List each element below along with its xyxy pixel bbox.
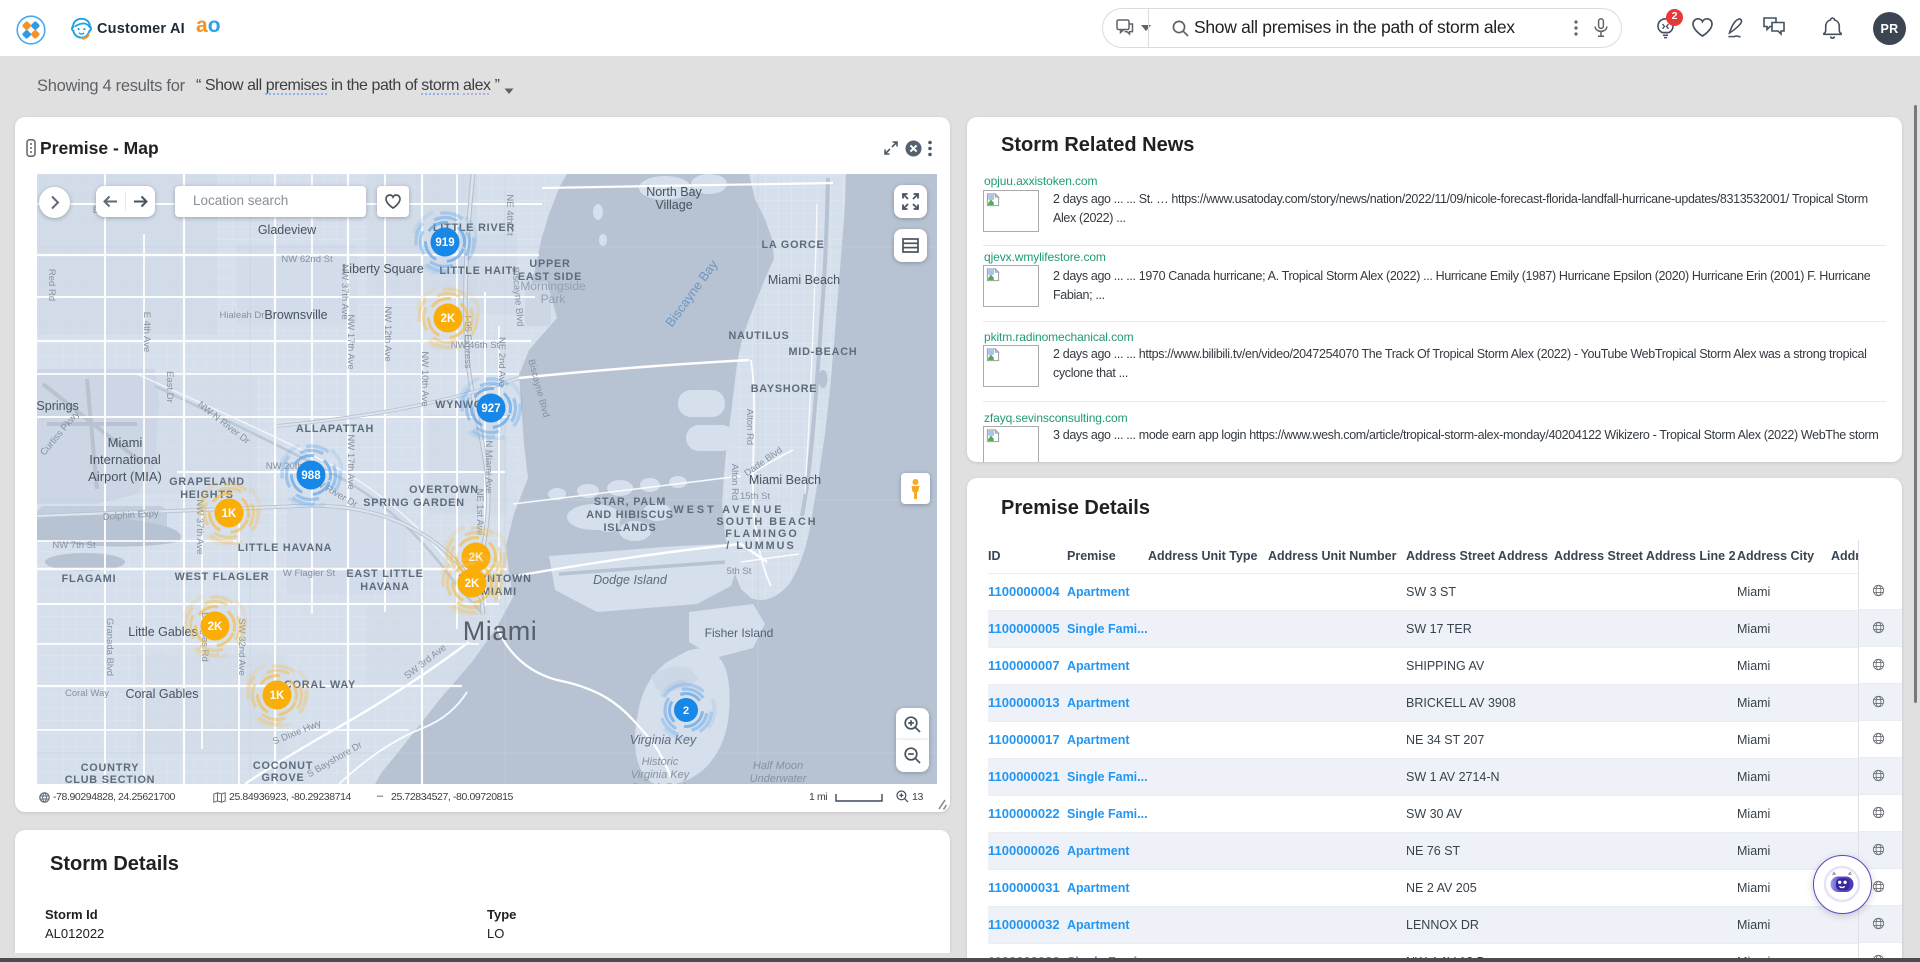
svg-text:Historic: Historic [642, 756, 679, 768]
svg-text:Morningside: Morningside [520, 279, 586, 293]
svg-text:SOUTH BEACH: SOUTH BEACH [716, 516, 817, 528]
svg-text:Park: Park [541, 292, 567, 306]
svg-text:1K: 1K [270, 690, 285, 702]
svg-text:Miami Beach: Miami Beach [768, 273, 840, 287]
svg-text:NW 7th St: NW 7th St [52, 540, 96, 551]
svg-text:MID-BEACH: MID-BEACH [789, 346, 858, 358]
svg-text:FLAMINGO: FLAMINGO [725, 528, 799, 540]
svg-text:2K: 2K [441, 313, 456, 325]
svg-text:1K: 1K [222, 508, 237, 520]
svg-text:W Flagler St: W Flagler St [283, 568, 336, 579]
svg-text:Fisher Island: Fisher Island [705, 626, 774, 640]
svg-text:Miami Beach: Miami Beach [749, 473, 821, 487]
svg-text:15th St: 15th St [740, 491, 770, 502]
svg-text:2K: 2K [465, 578, 480, 590]
svg-text:NE 4th Ct: NE 4th Ct [504, 194, 515, 236]
svg-text:988: 988 [301, 470, 321, 482]
svg-text:International: International [89, 452, 161, 467]
svg-text:FLAGAMI: FLAGAMI [62, 573, 117, 585]
svg-text:NW 37th Ave: NW 37th Ave [339, 264, 350, 319]
svg-text:ISLANDS: ISLANDS [604, 522, 657, 534]
svg-text:East Dr: East Dr [164, 371, 175, 403]
svg-text:NW 17th Ave: NW 17th Ave [345, 314, 356, 369]
svg-text:2K: 2K [208, 621, 223, 633]
svg-text:Airport (MIA): Airport (MIA) [88, 469, 162, 484]
svg-text:NW 62nd St: NW 62nd St [281, 254, 333, 265]
svg-text:NAUTILUS: NAUTILUS [729, 330, 790, 342]
svg-text:EAST LITTLE: EAST LITTLE [346, 568, 423, 580]
svg-text:UPPER: UPPER [529, 258, 570, 270]
svg-text:WEST AVENUE: WEST AVENUE [674, 504, 785, 516]
svg-text:Miami: Miami [463, 616, 538, 646]
svg-text:927: 927 [481, 403, 500, 415]
svg-text:WEST FLAGLER: WEST FLAGLER [175, 571, 270, 583]
svg-text:Coral Way: Coral Way [65, 688, 109, 699]
svg-text:OVERTOWN: OVERTOWN [409, 484, 479, 496]
svg-text:2: 2 [683, 705, 689, 717]
svg-text:Alton Rd: Alton Rd [744, 409, 755, 445]
svg-text:Dodge Island: Dodge Island [593, 573, 668, 587]
svg-text:NW 17th Ave: NW 17th Ave [345, 434, 356, 489]
svg-text:STAR, PALM: STAR, PALM [594, 496, 666, 508]
svg-text:Village: Village [655, 198, 692, 212]
svg-text:Gladeview: Gladeview [258, 223, 317, 237]
svg-text:Underwater: Underwater [750, 773, 808, 784]
svg-text:NW 12th Ave: NW 12th Ave [382, 306, 393, 361]
svg-text:NW 10th Ave: NW 10th Ave [419, 351, 430, 406]
svg-text:GROVE: GROVE [262, 772, 305, 784]
svg-text:Half Moon: Half Moon [753, 760, 803, 772]
svg-text:919: 919 [435, 237, 454, 249]
svg-text:COUNTRY: COUNTRY [81, 762, 140, 774]
svg-text:SPRING GARDEN: SPRING GARDEN [363, 497, 465, 509]
svg-text:Virginia Key: Virginia Key [631, 769, 691, 781]
svg-text:Hialeah Dr: Hialeah Dr [220, 310, 265, 321]
svg-text:N Miami Ave: N Miami Ave [483, 440, 494, 493]
svg-text:/ LUMMUS: / LUMMUS [726, 540, 795, 552]
svg-text:HAVANA: HAVANA [360, 581, 409, 593]
svg-text:ALLAPATTAH: ALLAPATTAH [296, 423, 374, 435]
svg-text:5th St: 5th St [727, 566, 752, 577]
svg-text:LA GORCE: LA GORCE [762, 239, 825, 251]
svg-text:Liberty Square: Liberty Square [342, 262, 423, 276]
svg-text:E 4th Ave: E 4th Ave [141, 312, 152, 353]
svg-text:Granada Blvd: Granada Blvd [104, 618, 115, 676]
svg-text:Brownsville: Brownsville [264, 308, 327, 322]
svg-text:BAYSHORE: BAYSHORE [751, 383, 818, 395]
svg-text:Miami: Miami [108, 435, 143, 450]
svg-text:AND HIBISCUS: AND HIBISCUS [586, 509, 674, 521]
svg-text:Coral Gables: Coral Gables [126, 687, 199, 701]
svg-text:North Bay: North Bay [646, 185, 702, 199]
svg-text:Red Rd: Red Rd [46, 269, 57, 301]
svg-text:Alton Rd: Alton Rd [729, 464, 740, 500]
